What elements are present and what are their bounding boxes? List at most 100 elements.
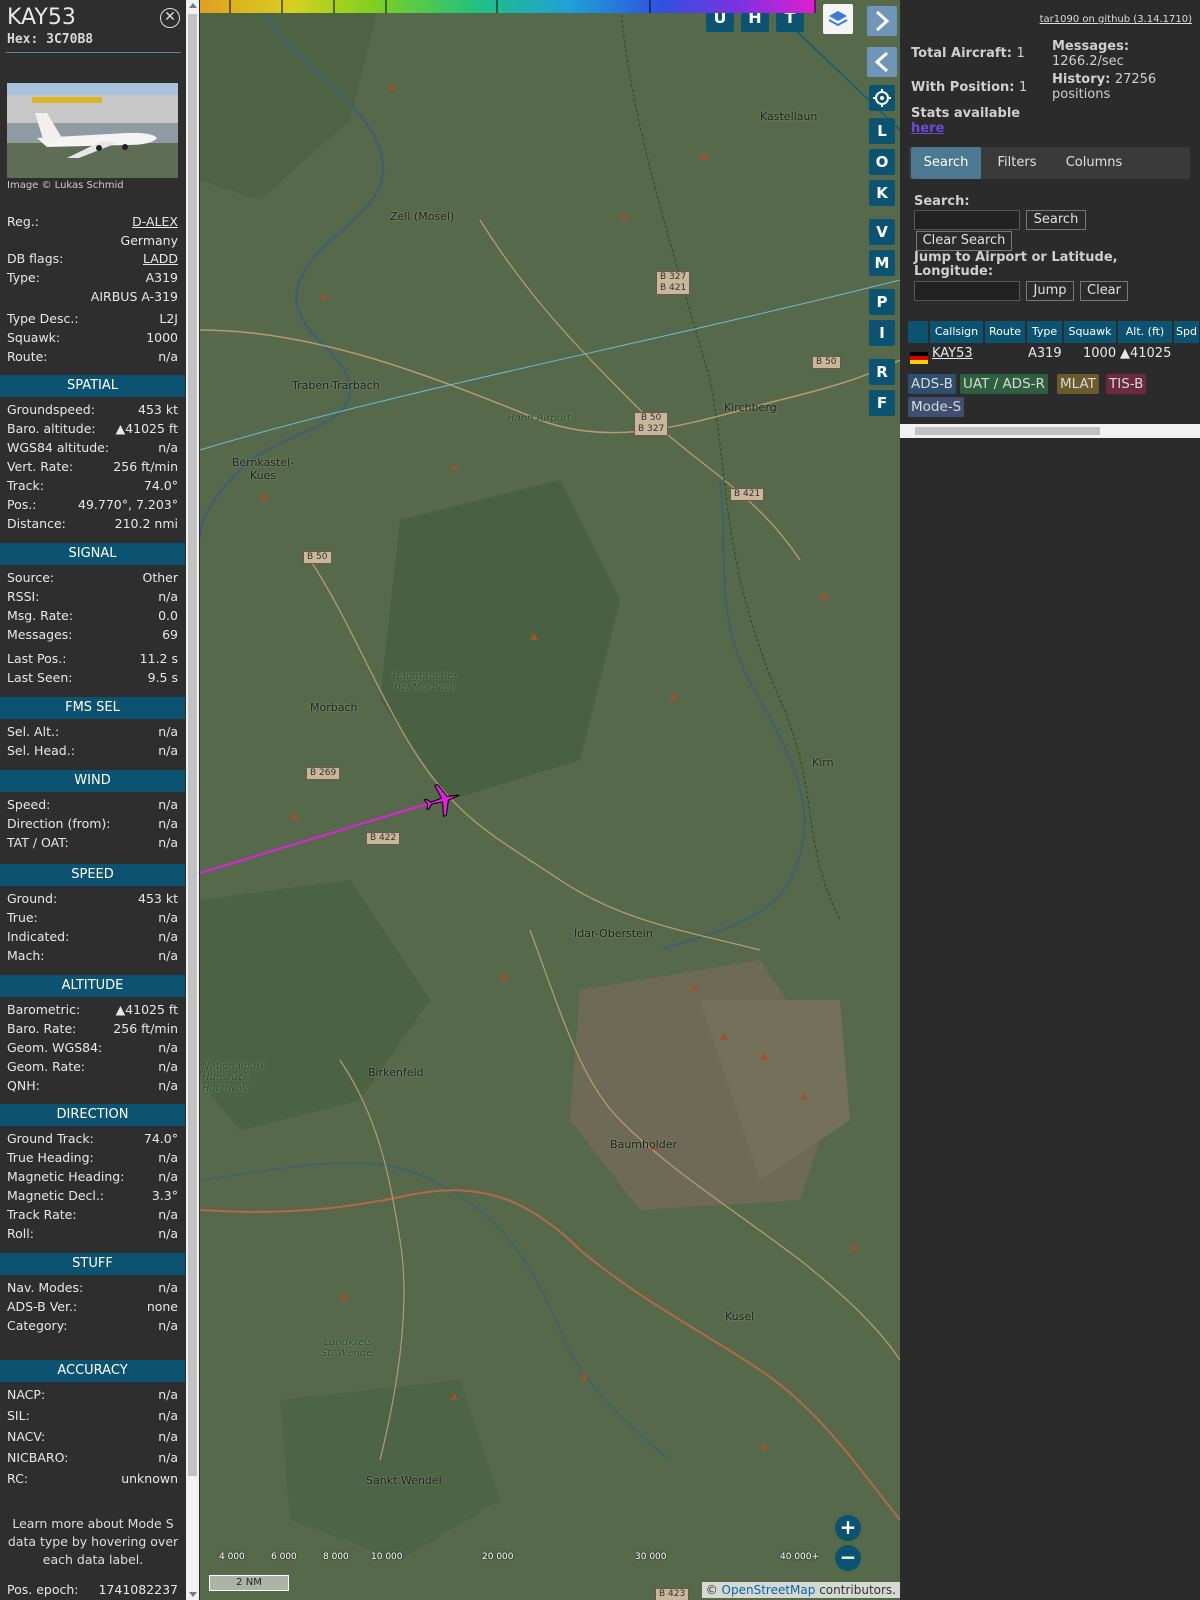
clear-button[interactable]: Clear bbox=[1080, 281, 1128, 301]
layers-icon[interactable] bbox=[823, 4, 853, 34]
info-row: Source: Other bbox=[7, 570, 178, 588]
table-horizontal-scrollbar[interactable] bbox=[900, 424, 1200, 438]
chevron-left-icon[interactable] bbox=[867, 47, 897, 77]
scroll-up-icon[interactable] bbox=[189, 3, 197, 8]
registration-link[interactable]: D-ALEX bbox=[132, 214, 178, 229]
info-label: Nav. Modes: bbox=[7, 1280, 84, 1295]
zoom-out-button[interactable]: − bbox=[835, 1545, 861, 1571]
town-label: Idar-Oberstein bbox=[574, 927, 653, 940]
search-button[interactable]: Search bbox=[1026, 210, 1086, 230]
col-squawk[interactable]: Squawk bbox=[1064, 321, 1117, 343]
info-value: 11.2 s bbox=[139, 651, 178, 666]
close-icon[interactable]: ✕ bbox=[160, 8, 180, 28]
chevron-right-icon[interactable] bbox=[867, 6, 897, 36]
info-value: n/a bbox=[158, 440, 178, 455]
scrollbar-thumb[interactable] bbox=[188, 14, 197, 1476]
legend-tisb[interactable]: TIS-B bbox=[1106, 374, 1147, 394]
info-label: Speed: bbox=[7, 797, 51, 812]
info-row: SIL: n/a bbox=[7, 1408, 178, 1426]
section-header-direction[interactable]: DIRECTION bbox=[0, 1104, 185, 1126]
info-label: Magnetic Decl.: bbox=[7, 1188, 105, 1203]
tab-columns[interactable]: Columns bbox=[1054, 147, 1134, 179]
info-value: n/a bbox=[158, 929, 178, 944]
legend-adsb[interactable]: ADS-B bbox=[908, 374, 956, 394]
aircraft-icon[interactable] bbox=[422, 780, 462, 820]
tab-filters[interactable]: Filters bbox=[987, 147, 1047, 179]
info-value: n/a bbox=[158, 1450, 178, 1465]
gear-icon[interactable] bbox=[869, 85, 895, 111]
info-value: 256 ft/min bbox=[113, 459, 178, 474]
scrollbar-thumb[interactable] bbox=[915, 427, 1100, 435]
col-altitude[interactable]: Alt. (ft) bbox=[1118, 321, 1173, 343]
scroll-down-icon[interactable] bbox=[189, 1592, 197, 1597]
jump-button[interactable]: Jump bbox=[1026, 281, 1074, 301]
section-header-stuff[interactable]: STUFF bbox=[0, 1253, 185, 1275]
button-r[interactable]: R bbox=[869, 359, 895, 385]
button-o[interactable]: O bbox=[869, 149, 895, 175]
info-row: Last Seen: 9.5 s bbox=[7, 670, 178, 688]
clear-search-button[interactable]: Clear Search bbox=[916, 231, 1012, 251]
button-p[interactable]: P bbox=[869, 289, 895, 315]
info-row: Track: 74.0° bbox=[7, 478, 178, 496]
section-header-signal[interactable]: SIGNAL bbox=[0, 543, 185, 565]
col-speed[interactable]: Spd bbox=[1174, 321, 1200, 343]
info-label: RC: bbox=[7, 1471, 29, 1486]
stats-here-link[interactable]: here bbox=[911, 121, 944, 136]
button-i[interactable]: I bbox=[869, 320, 895, 346]
info-panel-scrollbar[interactable] bbox=[186, 0, 199, 1600]
info-row: Sel. Head.: n/a bbox=[7, 743, 178, 761]
alt-key-label: 8 000 bbox=[323, 1552, 349, 1562]
info-value: 210.2 nmi bbox=[114, 516, 178, 531]
info-label: True Heading: bbox=[7, 1150, 94, 1165]
section-header-accuracy[interactable]: ACCURACY bbox=[0, 1360, 185, 1382]
legend-mlat[interactable]: MLAT bbox=[1057, 374, 1099, 394]
ladd-link[interactable]: LADD bbox=[143, 251, 178, 266]
button-f[interactable]: F bbox=[869, 390, 895, 416]
col-route[interactable]: Route bbox=[985, 321, 1026, 343]
town-label: Baumholder bbox=[610, 1138, 678, 1151]
info-label: NACV: bbox=[7, 1429, 46, 1444]
zoom-in-button[interactable]: + bbox=[835, 1515, 861, 1541]
section-header-spatial[interactable]: SPATIAL bbox=[0, 375, 185, 397]
tab-search[interactable]: Search bbox=[911, 147, 981, 179]
button-k[interactable]: K bbox=[869, 180, 895, 206]
section-header-altitude[interactable]: ALTITUDE bbox=[0, 975, 185, 997]
stats-available: Stats available here bbox=[911, 106, 1021, 136]
info-value: n/a bbox=[158, 1429, 178, 1444]
osm-link[interactable]: OpenStreetMap bbox=[722, 1583, 816, 1597]
col-type[interactable]: Type bbox=[1027, 321, 1063, 343]
legend-modes[interactable]: Mode-S bbox=[908, 397, 965, 417]
col-flag[interactable] bbox=[908, 321, 929, 343]
jump-input[interactable] bbox=[914, 281, 1020, 301]
info-label: Magnetic Heading: bbox=[7, 1169, 125, 1184]
info-squawk: Squawk: 1000 bbox=[7, 330, 178, 345]
col-callsign[interactable]: Callsign bbox=[930, 321, 984, 343]
road-shield: B 423 bbox=[655, 1588, 690, 1600]
info-value: n/a bbox=[158, 1280, 178, 1295]
info-label: Direction (from): bbox=[7, 816, 111, 831]
info-row: NICBARO: n/a bbox=[7, 1450, 178, 1468]
legend-uat[interactable]: UAT / ADS-R bbox=[960, 374, 1048, 394]
info-row: RSSI: n/a bbox=[7, 589, 178, 607]
altitude-color-key bbox=[200, 0, 816, 13]
info-row: True: n/a bbox=[7, 910, 178, 928]
info-row: Msg. Rate: 0.0 bbox=[7, 608, 178, 626]
button-m[interactable]: M bbox=[869, 250, 895, 276]
github-link[interactable]: tar1090 on github (3.14.1710) bbox=[1040, 14, 1192, 25]
info-label: Source: bbox=[7, 570, 55, 585]
map-view[interactable]: Kastellaun Zell (Mosel) Traben-Trarbach … bbox=[200, 0, 900, 1600]
info-row: NACP: n/a bbox=[7, 1387, 178, 1405]
aircraft-info-panel: KAY53 Hex: 3C70B8 ✕ Image © Lukas Schmid… bbox=[0, 0, 185, 1600]
section-header-speed[interactable]: SPEED bbox=[0, 864, 185, 886]
town-label: Kastellaun bbox=[760, 110, 818, 123]
section-header-fms[interactable]: FMS SEL bbox=[0, 697, 185, 719]
info-value: 69 bbox=[162, 627, 178, 642]
info-row: Barometric: ▲41025 ft bbox=[7, 1002, 178, 1020]
search-input[interactable] bbox=[914, 210, 1020, 230]
section-header-wind[interactable]: WIND bbox=[0, 770, 185, 792]
button-v[interactable]: V bbox=[869, 219, 895, 245]
row-callsign[interactable]: KAY53 bbox=[932, 345, 973, 363]
info-label: SIL: bbox=[7, 1408, 30, 1423]
button-l[interactable]: L bbox=[869, 118, 895, 144]
aircraft-photo[interactable] bbox=[7, 83, 178, 178]
